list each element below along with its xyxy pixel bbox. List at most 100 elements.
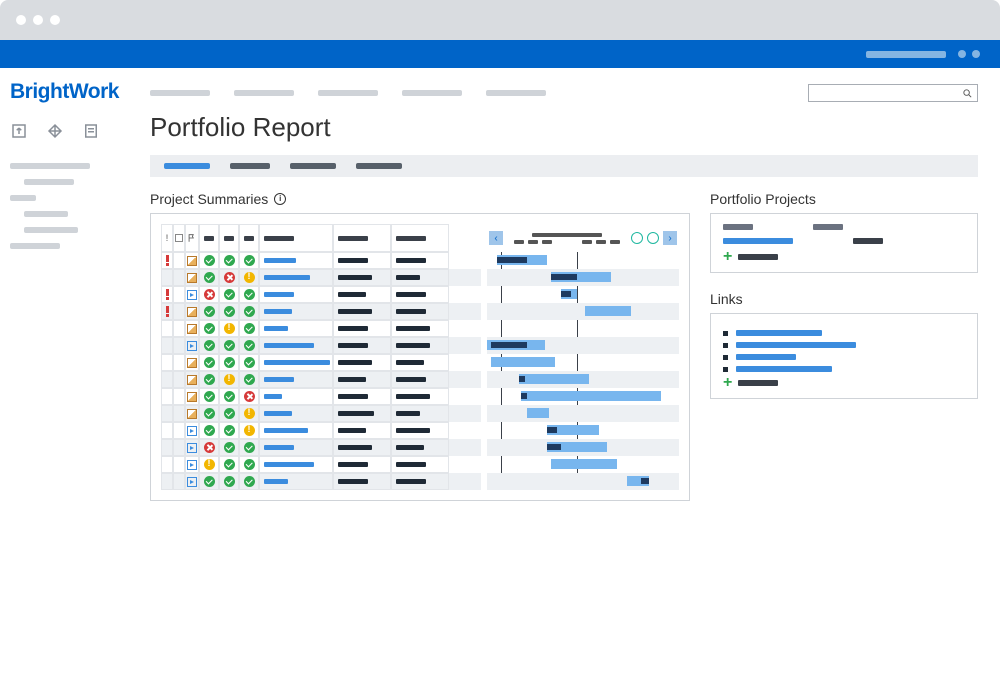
table-row[interactable]: [161, 456, 481, 473]
gantt-row: [487, 303, 679, 320]
table-row[interactable]: [161, 354, 481, 371]
table-row[interactable]: [161, 388, 481, 405]
gantt-header: ‹ ›: [487, 224, 679, 252]
table-row[interactable]: [161, 252, 481, 269]
gantt-row: [487, 388, 679, 405]
add-icon[interactable]: +: [723, 252, 732, 262]
table-row[interactable]: [161, 337, 481, 354]
search-box[interactable]: [808, 84, 978, 102]
table-header: !: [161, 224, 481, 252]
link-item[interactable]: [723, 366, 965, 372]
col-date1[interactable]: [333, 224, 391, 252]
window-dot: [33, 15, 43, 25]
add-link-label[interactable]: [738, 380, 778, 386]
tab[interactable]: [356, 163, 402, 169]
col-status2[interactable]: [219, 224, 239, 252]
table-row[interactable]: [161, 269, 481, 286]
gantt-row: [487, 286, 679, 303]
suite-icon[interactable]: [972, 50, 980, 58]
logo[interactable]: BrightWork: [10, 80, 140, 104]
col-status1[interactable]: [199, 224, 219, 252]
nav-item[interactable]: [10, 195, 36, 201]
col-check[interactable]: [173, 224, 185, 252]
link-item[interactable]: [723, 330, 965, 336]
side-nav: [10, 163, 140, 249]
tab-strip: [150, 155, 978, 177]
gantt-row: [487, 320, 679, 337]
nav-item[interactable]: [10, 163, 90, 169]
col-alert[interactable]: !: [161, 224, 173, 252]
nav-item[interactable]: [24, 211, 68, 217]
info-icon[interactable]: i: [274, 193, 286, 205]
top-nav: [150, 78, 978, 112]
nav-item[interactable]: [24, 179, 74, 185]
page-title: Portfolio Report: [150, 112, 978, 143]
gantt-row: [487, 269, 679, 286]
gantt-chart: ‹ ›: [487, 224, 679, 490]
move-icon[interactable]: [46, 122, 64, 145]
section-title-portfolio: Portfolio Projects: [710, 191, 978, 207]
table-row[interactable]: [161, 405, 481, 422]
project-summaries-panel: !: [150, 213, 690, 501]
gantt-row: [487, 371, 679, 388]
suite-bar: [0, 40, 1000, 68]
top-nav-item[interactable]: [150, 90, 210, 96]
table-row[interactable]: [161, 303, 481, 320]
portfolio-projects-panel: +: [710, 213, 978, 273]
gantt-row: [487, 422, 679, 439]
gantt-row: [487, 456, 679, 473]
window-dot: [50, 15, 60, 25]
gantt-row: [487, 473, 679, 490]
top-nav-item[interactable]: [486, 90, 546, 96]
table-row[interactable]: [161, 286, 481, 303]
gantt-next[interactable]: ›: [663, 231, 677, 245]
summary-table: !: [161, 224, 481, 490]
top-nav-item[interactable]: [318, 90, 378, 96]
sidebar: BrightWork: [0, 68, 150, 675]
section-title-summaries: Project Summaries i: [150, 191, 690, 207]
gantt-row: [487, 337, 679, 354]
gantt-row: [487, 354, 679, 371]
add-icon[interactable]: +: [723, 378, 732, 388]
share-icon[interactable]: [10, 122, 28, 145]
page-icon[interactable]: [82, 122, 100, 145]
browser-titlebar: [0, 0, 1000, 40]
main-content: ? Portfolio Report Project Summaries i: [150, 68, 1000, 675]
col-status3[interactable]: [239, 224, 259, 252]
link-item[interactable]: [723, 354, 965, 360]
table-row[interactable]: [161, 371, 481, 388]
suite-link[interactable]: [866, 51, 946, 58]
col-title[interactable]: [259, 224, 333, 252]
table-row[interactable]: [161, 320, 481, 337]
top-nav-item[interactable]: [234, 90, 294, 96]
link-item[interactable]: [723, 342, 965, 348]
search-icon: [962, 88, 973, 99]
summaries-label: Project Summaries: [150, 191, 268, 207]
tab[interactable]: [290, 163, 336, 169]
nav-item[interactable]: [24, 227, 78, 233]
gantt-row: [487, 405, 679, 422]
top-nav-item[interactable]: [402, 90, 462, 96]
col-flag[interactable]: [185, 224, 199, 252]
tab[interactable]: [230, 163, 270, 169]
table-row[interactable]: [161, 473, 481, 490]
gantt-row: [487, 252, 679, 269]
suite-icon[interactable]: [958, 50, 966, 58]
gantt-prev[interactable]: ‹: [489, 231, 503, 245]
tab[interactable]: [164, 163, 210, 169]
field-label: [723, 224, 753, 230]
zoom-in-icon[interactable]: [647, 232, 659, 244]
add-project-label[interactable]: [738, 254, 778, 260]
field-value: [853, 238, 883, 244]
gantt-row: [487, 439, 679, 456]
col-date2[interactable]: [391, 224, 449, 252]
field-label: [813, 224, 843, 230]
table-row[interactable]: [161, 422, 481, 439]
project-link[interactable]: [723, 238, 793, 244]
links-panel: +: [710, 313, 978, 399]
window-dot: [16, 15, 26, 25]
section-title-links: Links: [710, 291, 978, 307]
table-row[interactable]: [161, 439, 481, 456]
zoom-out-icon[interactable]: [631, 232, 643, 244]
nav-item[interactable]: [10, 243, 60, 249]
